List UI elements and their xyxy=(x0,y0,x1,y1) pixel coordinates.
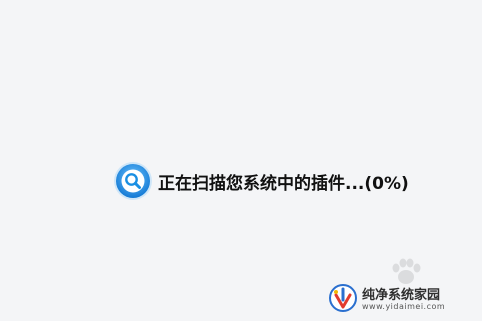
scan-status: 正在扫描您系统中的插件...(0%) xyxy=(113,160,409,202)
scan-status-text: 正在扫描您系统中的插件...(0%) xyxy=(158,173,409,194)
search-icon xyxy=(114,162,152,200)
watermark: 纯净系统家园 www.yidaimei.com xyxy=(328,258,478,319)
watermark-title: 纯净系统家园 xyxy=(362,288,441,303)
shield-logo-icon xyxy=(329,284,357,312)
watermark-url: www.yidaimei.com xyxy=(362,302,446,311)
paw-icon xyxy=(392,258,421,284)
